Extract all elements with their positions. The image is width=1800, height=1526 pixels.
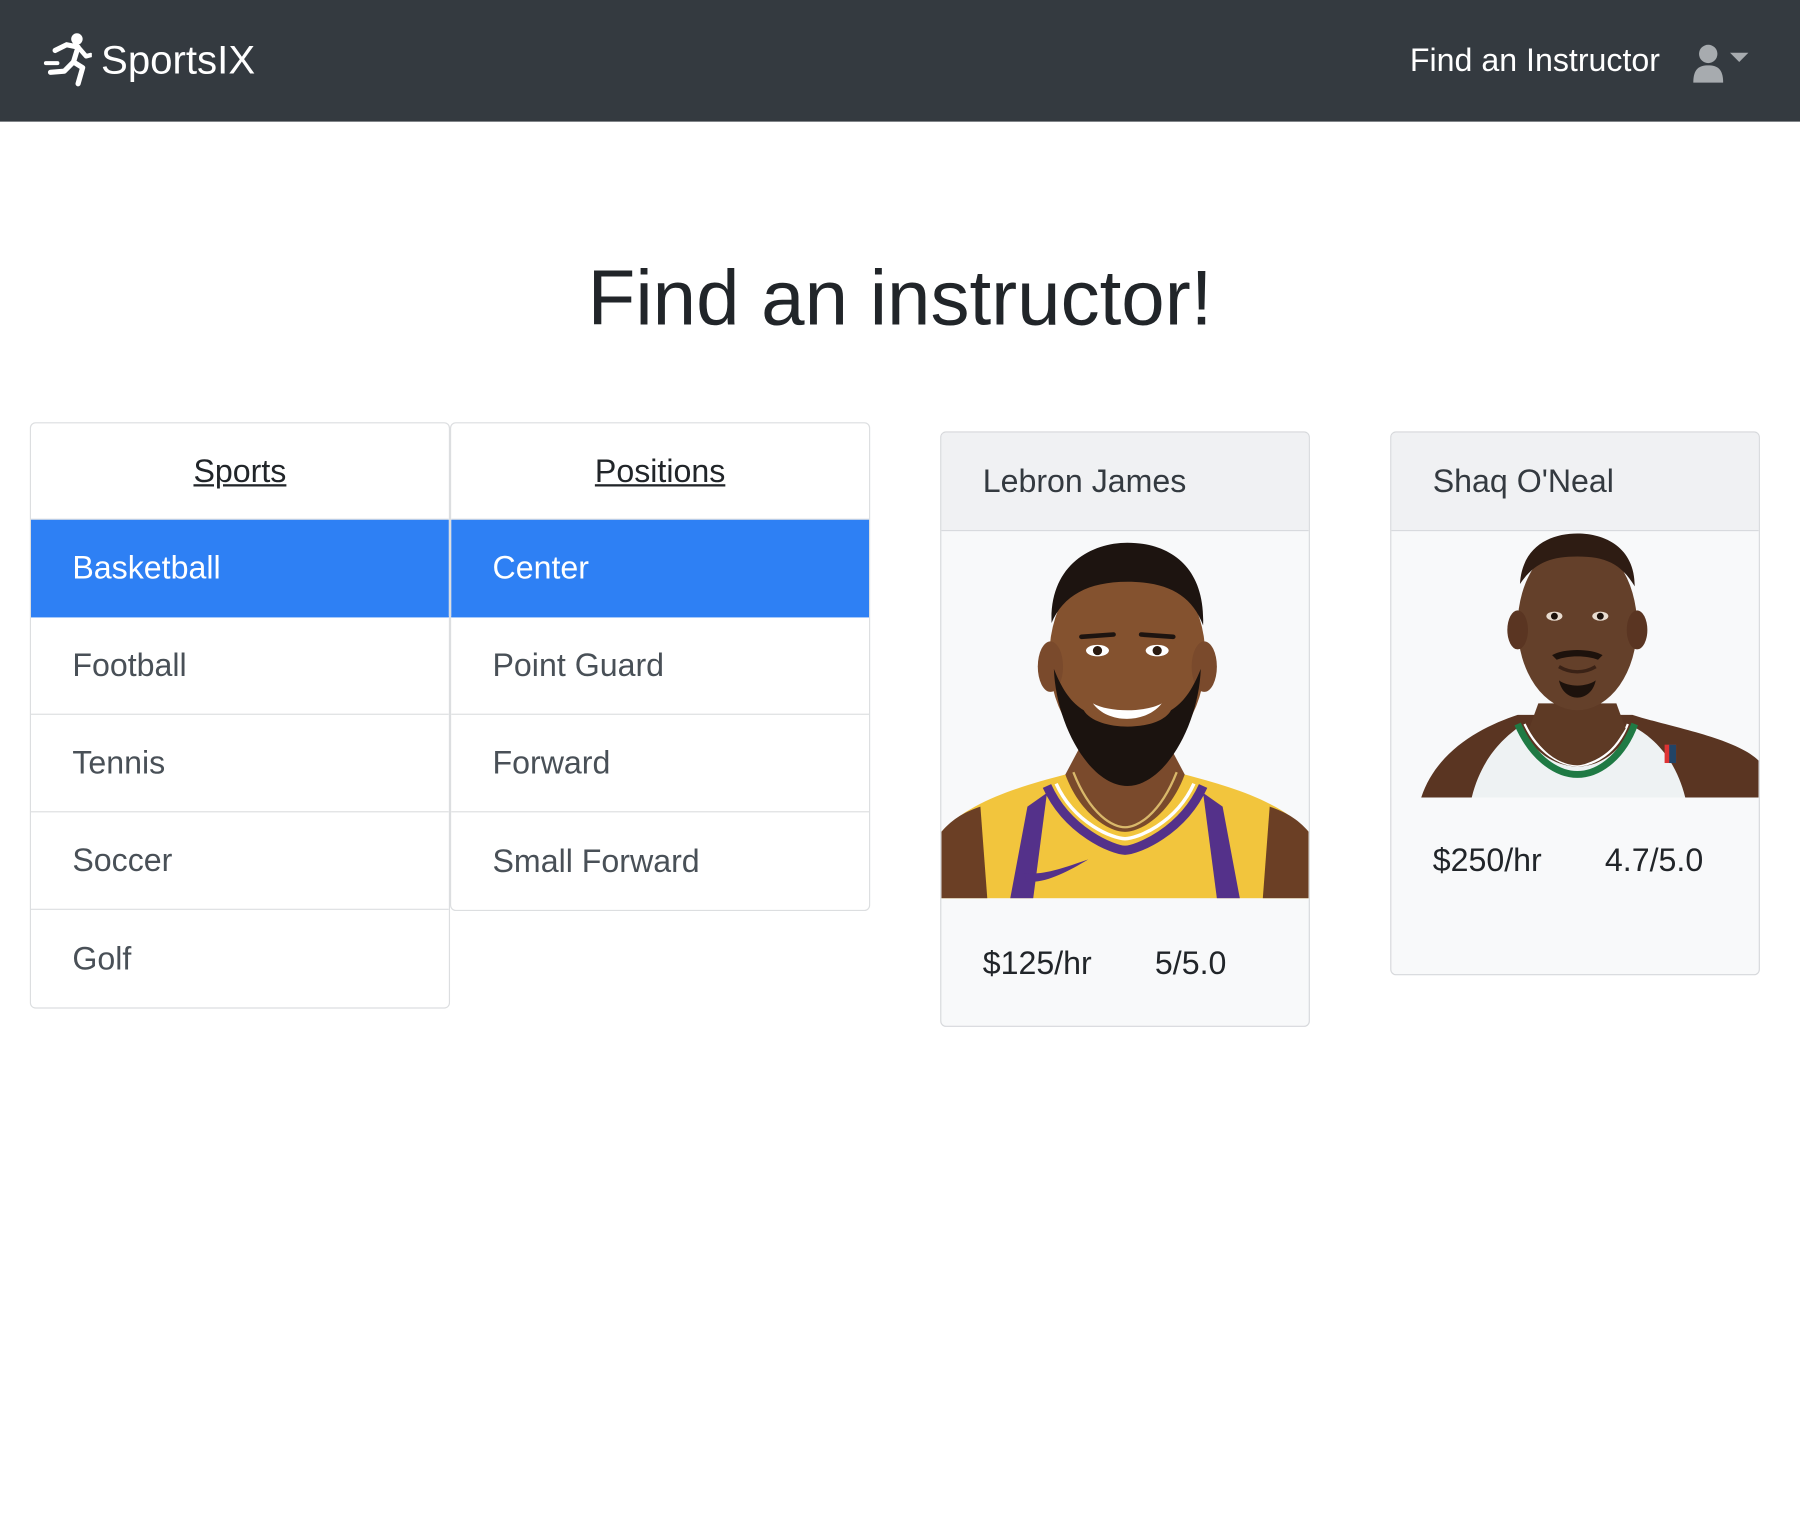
sports-list: Sports Basketball Football Tennis Soccer… xyxy=(29,422,451,1009)
instructor-price: $250/hr xyxy=(1432,842,1542,878)
position-item-forward[interactable]: Forward xyxy=(451,715,870,813)
instructor-name: Lebron James xyxy=(941,432,1309,532)
instructor-card-shaq[interactable]: Shaq O'Neal $250/hr 4.7/5.0 xyxy=(1390,431,1760,976)
user-menu-dropdown[interactable] xyxy=(1692,44,1754,85)
position-item-center[interactable]: Center xyxy=(451,519,870,618)
sport-item-golf[interactable]: Golf xyxy=(31,910,449,1008)
sport-item-soccer[interactable]: Soccer xyxy=(30,812,449,910)
sport-item-basketball[interactable]: Basketball xyxy=(30,519,449,618)
brand-name: SportsIX xyxy=(101,37,256,83)
position-item-small-forward[interactable]: Small Forward xyxy=(451,812,869,910)
caret-down-icon xyxy=(1730,52,1749,62)
sports-header-link[interactable]: Sports xyxy=(193,453,286,490)
instructor-price: $125/hr xyxy=(982,945,1092,982)
positions-header-link[interactable]: Positions xyxy=(595,453,725,490)
instructor-rating: 4.7/5.0 xyxy=(1604,842,1704,878)
sports-header: Sports xyxy=(30,423,449,520)
sport-item-tennis[interactable]: Tennis xyxy=(30,715,449,813)
navbar: SportsIX Find an Instructor xyxy=(0,0,1800,122)
positions-list: Positions Center Point Guard Forward Sma… xyxy=(450,422,871,912)
position-item-point-guard[interactable]: Point Guard xyxy=(451,617,870,715)
instructor-photo xyxy=(941,531,1309,899)
instructor-photo xyxy=(1391,531,1759,798)
instructor-stats: $125/hr 5/5.0 xyxy=(941,898,1308,1024)
user-icon xyxy=(1693,44,1749,83)
instructor-stats: $250/hr 4.7/5.0 xyxy=(1391,797,1758,969)
brand-link[interactable]: SportsIX xyxy=(41,30,255,90)
page-title: Find an instructor! xyxy=(587,254,1213,342)
instructor-name: Shaq O'Neal xyxy=(1391,432,1759,532)
running-person-icon xyxy=(43,33,92,87)
instructor-rating: 5/5.0 xyxy=(1154,945,1227,982)
find-instructor-link[interactable]: Find an Instructor xyxy=(1410,41,1660,80)
positions-header: Positions xyxy=(451,423,870,520)
sport-item-football[interactable]: Football xyxy=(30,617,449,715)
instructor-card-lebron[interactable]: Lebron James $125/hr 5/5.0 xyxy=(940,431,1310,1027)
